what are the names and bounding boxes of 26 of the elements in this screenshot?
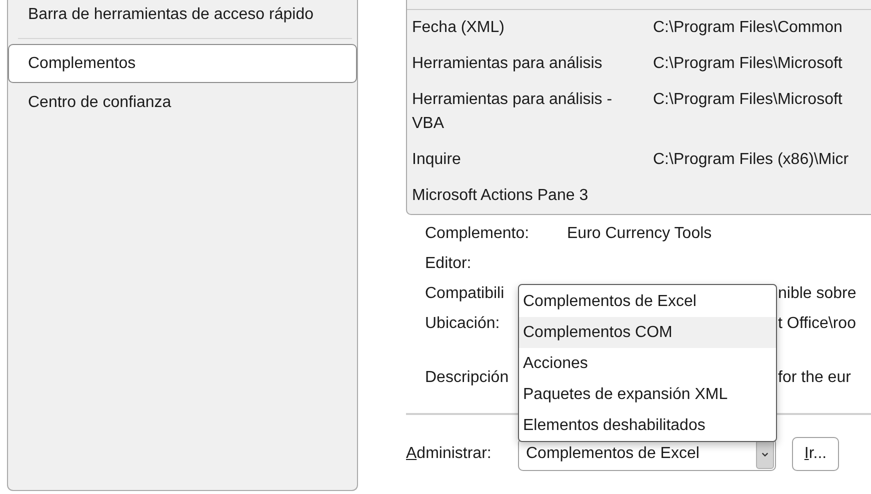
chevron-icon [756, 440, 774, 468]
addin-name[interactable]: Fecha (XML) [412, 16, 653, 40]
detail-value: for the eur [778, 369, 851, 387]
detail-label: Descripción [425, 369, 510, 387]
addin-name[interactable]: Herramientas para análisis [412, 52, 653, 76]
addin-location[interactable]: C:\Program Files\Microsoft [653, 88, 842, 136]
detail-label: Editor: [425, 255, 472, 273]
sidebar-item[interactable]: Complementos [8, 44, 357, 83]
addin-name[interactable]: Inquire [412, 148, 653, 172]
addin-name[interactable]: Microsoft Actions Pane 3 [412, 184, 653, 208]
addin-location[interactable]: C:\Program Files\Common [653, 16, 842, 40]
sidebar-item[interactable]: Barra de herramientas de acceso rápido [8, 5, 357, 30]
dropdown-option[interactable]: Complementos COM [519, 317, 776, 348]
detail-label: Complemento: [425, 225, 530, 243]
addin-name[interactable]: Herramientas para análisis - VBA [412, 88, 653, 136]
manage-label: Administrar: [406, 445, 492, 463]
dropdown-option[interactable]: Acciones [519, 348, 776, 379]
addin-location[interactable]: C:\Program Files (x86)\Micr [653, 148, 849, 172]
go-button[interactable]: Ir... [792, 437, 839, 471]
detail-value: Euro Currency Tools [567, 225, 712, 243]
sidebar-item[interactable]: Centro de confianza [8, 83, 357, 122]
detail-value: t Office\roo [778, 315, 856, 333]
detail-value: nible sobre [778, 285, 856, 303]
addin-location[interactable]: C:\Program Files\Microsoft [653, 52, 842, 76]
dropdown-option[interactable]: Paquetes de expansión XML [519, 379, 776, 410]
dropdown-option[interactable]: Complementos de Excel [519, 286, 776, 317]
